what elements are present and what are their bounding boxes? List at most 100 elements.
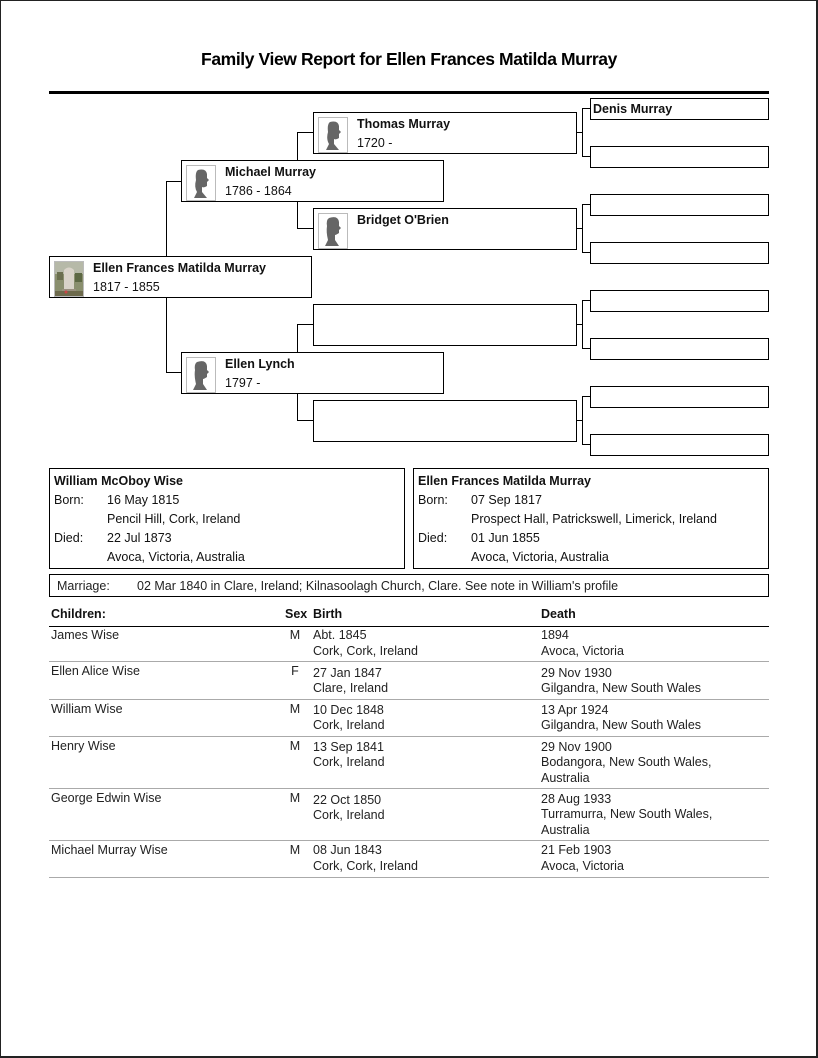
child-death-place: Gilgandra, New South Wales bbox=[541, 718, 702, 732]
child-death-place: Gilgandra, New South Wales bbox=[541, 681, 702, 695]
child-death-place: Bodangora, New South Wales, Australia bbox=[541, 755, 712, 785]
connector-line bbox=[297, 201, 298, 229]
child-name: George Edwin Wise bbox=[51, 791, 162, 805]
child-death-date: 1894 bbox=[541, 628, 569, 642]
husband-born-place: Pencil Hill, Cork, Ireland bbox=[107, 512, 241, 526]
table-row[interactable]: James Wise M Abt. 1845 Cork, Cork, Irela… bbox=[49, 626, 769, 662]
wife-died-date: 01 Jun 1855 bbox=[471, 531, 540, 545]
gravestone-photo bbox=[54, 261, 84, 297]
table-row[interactable]: George Edwin Wise M 22 Oct 1850 Cork, Ir… bbox=[49, 789, 769, 841]
child-sex: M bbox=[289, 702, 301, 716]
child-death-date: 28 Aug 1933 bbox=[541, 792, 612, 806]
child-birth-date: 13 Sep 1841 bbox=[313, 740, 384, 754]
connector-line bbox=[297, 228, 313, 229]
marriage-value: 02 Mar 1840 in Clare, Ireland; Kilnasool… bbox=[137, 579, 619, 593]
husband-info-box: William McOboy Wise Born: 16 May 1815 Pe… bbox=[49, 468, 405, 569]
person-box-great-grandparent[interactable] bbox=[590, 242, 769, 264]
child-birth-date: 27 Jan 1847 bbox=[313, 666, 382, 680]
connector-line bbox=[582, 396, 590, 397]
child-death-place: Avoca, Victoria bbox=[541, 859, 624, 873]
connector-line bbox=[582, 300, 590, 301]
marriage-label: Marriage: bbox=[57, 579, 110, 593]
male-silhouette-icon bbox=[186, 165, 216, 201]
child-sex: F bbox=[291, 664, 299, 678]
husband-died-date: 22 Jul 1873 bbox=[107, 531, 172, 545]
connector-line bbox=[582, 252, 590, 253]
child-death-date: 29 Nov 1930 bbox=[541, 666, 612, 680]
died-label: Died: bbox=[54, 531, 84, 545]
child-death-date: 29 Nov 1900 bbox=[541, 740, 612, 754]
child-death-date: 13 Apr 1924 bbox=[541, 703, 609, 717]
person-box-maternal-grandfather[interactable] bbox=[313, 304, 577, 346]
child-name: Ellen Alice Wise bbox=[51, 664, 140, 678]
connector-line bbox=[582, 156, 590, 157]
child-sex: M bbox=[289, 739, 301, 753]
person-box-great-grandparent[interactable]: Denis Murray bbox=[590, 98, 769, 120]
person-box-paternal-grandfather[interactable]: Thomas Murray 1720 - bbox=[313, 112, 577, 154]
child-birth-place: Cork, Ireland bbox=[313, 808, 385, 822]
born-label: Born: bbox=[54, 493, 84, 507]
child-birth-place: Cork, Ireland bbox=[313, 718, 385, 732]
child-death-date: 21 Feb 1903 bbox=[541, 843, 612, 857]
child-birth-place: Cork, Ireland bbox=[313, 755, 385, 769]
wife-info-box: Ellen Frances Matilda Murray Born: 07 Se… bbox=[413, 468, 769, 569]
child-death-place: Turramurra, New South Wales, Australia bbox=[541, 807, 713, 837]
connector-line bbox=[582, 108, 583, 157]
child-name: James Wise bbox=[51, 628, 120, 642]
connector-line bbox=[582, 204, 583, 253]
husband-died-place: Avoca, Victoria, Australia bbox=[107, 550, 245, 564]
header-sex: Sex bbox=[285, 607, 308, 621]
person-box-maternal-grandmother[interactable] bbox=[313, 400, 577, 442]
person-box-father[interactable]: Michael Murray 1786 - 1864 bbox=[181, 160, 444, 202]
connector-line bbox=[297, 393, 298, 421]
person-dates: 1817 - 1855 bbox=[93, 280, 160, 294]
child-birth-place: Cork, Cork, Ireland bbox=[313, 644, 418, 658]
wife-born-date: 07 Sep 1817 bbox=[471, 493, 542, 507]
child-birth-date: 10 Dec 1848 bbox=[313, 703, 384, 717]
person-dates: 1786 - 1864 bbox=[225, 184, 292, 198]
report-title: Family View Report for Ellen Frances Mat… bbox=[201, 49, 617, 69]
connector-line bbox=[166, 297, 167, 373]
person-box-great-grandparent[interactable] bbox=[590, 434, 769, 456]
connector-line bbox=[297, 324, 298, 353]
female-silhouette-icon bbox=[186, 357, 216, 393]
person-box-great-grandparent[interactable] bbox=[590, 194, 769, 216]
connector-line bbox=[582, 396, 583, 445]
wife-born-place: Prospect Hall, Patrickswell, Limerick, I… bbox=[471, 512, 717, 526]
person-box-great-grandparent[interactable] bbox=[590, 146, 769, 168]
table-row[interactable]: Michael Murray Wise M 08 Jun 1843 Cork, … bbox=[49, 841, 769, 878]
male-silhouette-icon bbox=[318, 117, 348, 153]
children-table-header: Children: Sex Birth Death bbox=[49, 606, 769, 627]
person-name: Denis Murray bbox=[593, 102, 673, 116]
husband-name[interactable]: William McOboy Wise bbox=[54, 474, 183, 488]
person-name: Ellen Lynch bbox=[225, 357, 295, 371]
child-name: William Wise bbox=[51, 702, 123, 716]
table-row[interactable]: Henry Wise M 13 Sep 1841 Cork, Ireland 2… bbox=[49, 737, 769, 789]
person-name: Thomas Murray bbox=[357, 117, 451, 131]
child-birth-date: 08 Jun 1843 bbox=[313, 843, 382, 857]
person-name: Bridget O'Brien bbox=[357, 213, 449, 227]
child-birth-place: Clare, Ireland bbox=[313, 681, 389, 695]
table-row[interactable]: Ellen Alice Wise F 27 Jan 1847 Clare, Ir… bbox=[49, 662, 769, 700]
person-box-paternal-grandmother[interactable]: Bridget O'Brien bbox=[313, 208, 577, 250]
person-box-great-grandparent[interactable] bbox=[590, 338, 769, 360]
child-birth-date: 22 Oct 1850 bbox=[313, 793, 382, 807]
wife-died-place: Avoca, Victoria, Australia bbox=[471, 550, 609, 564]
child-sex: M bbox=[289, 791, 301, 805]
person-box-root[interactable]: Ellen Frances Matilda Murray 1817 - 1855 bbox=[49, 256, 312, 298]
table-row[interactable]: William Wise M 10 Dec 1848 Cork, Ireland… bbox=[49, 700, 769, 737]
connector-line bbox=[166, 181, 167, 257]
person-box-mother[interactable]: Ellen Lynch 1797 - bbox=[181, 352, 444, 394]
person-dates: 1720 - bbox=[357, 136, 393, 150]
child-sex: M bbox=[289, 843, 301, 857]
person-name: Michael Murray bbox=[225, 165, 317, 179]
header-children: Children: bbox=[51, 607, 106, 621]
person-dates: 1797 - bbox=[225, 376, 261, 390]
connector-line bbox=[582, 300, 583, 349]
wife-name[interactable]: Ellen Frances Matilda Murray bbox=[418, 474, 591, 488]
female-silhouette-icon bbox=[318, 213, 348, 249]
person-box-great-grandparent[interactable] bbox=[590, 290, 769, 312]
connector-line bbox=[166, 181, 181, 182]
person-box-great-grandparent[interactable] bbox=[590, 386, 769, 408]
child-birth-date: Abt. 1845 bbox=[313, 628, 367, 642]
